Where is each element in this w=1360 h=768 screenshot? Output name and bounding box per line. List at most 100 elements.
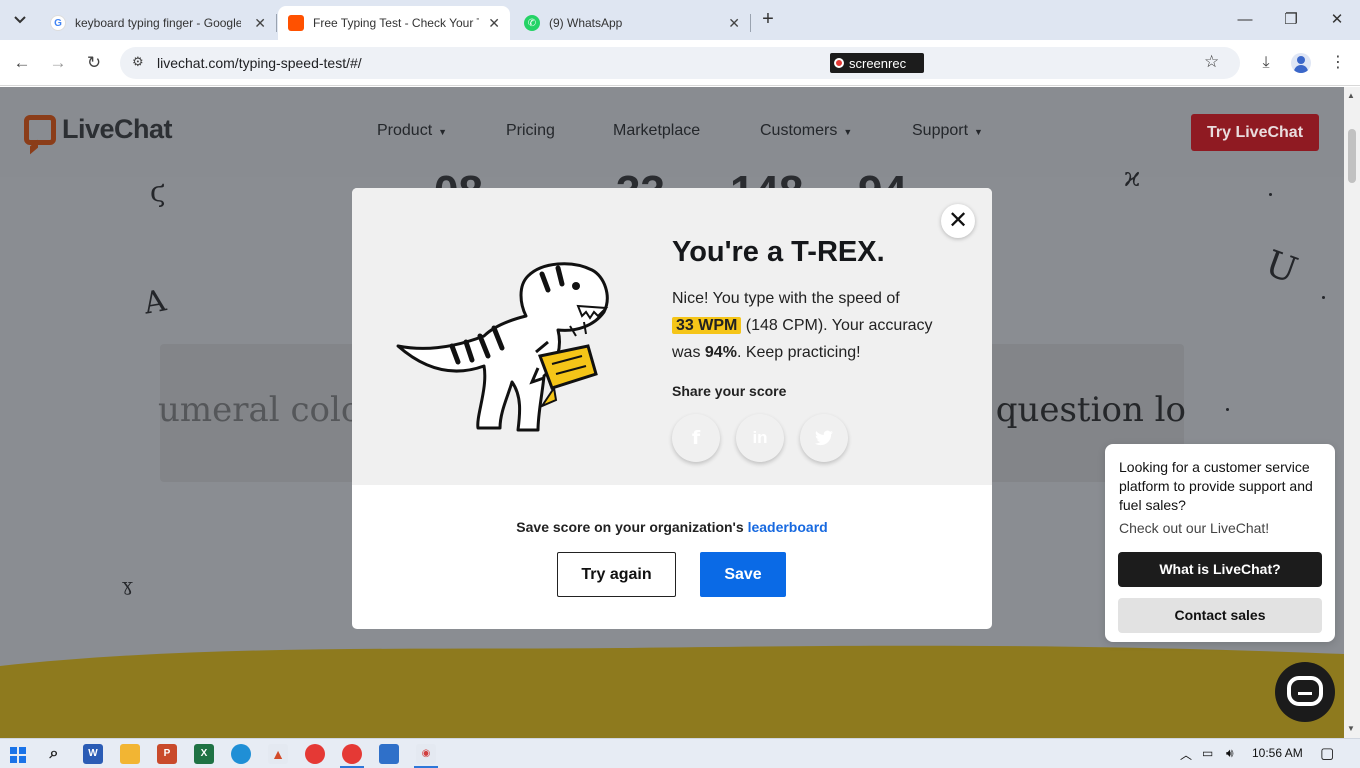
linkedin-icon: in [752,428,768,447]
tray-chevron-icon[interactable]: ︿ [1180,746,1192,763]
recorder-label: screenrec [849,55,907,71]
network-icon[interactable]: ▭ [1202,746,1213,760]
tab-title: Free Typing Test - Check Your Typing Spe… [313,16,479,30]
back-icon[interactable]: ← [10,51,34,75]
contact-sales-button[interactable]: Contact sales [1118,598,1322,633]
record-icon [834,58,844,68]
livechat-logo[interactable]: LiveChat [24,114,173,145]
notifications-icon[interactable]: ▢ [1320,744,1334,762]
chevron-down-icon: ▼ [438,127,448,137]
tab-whatsapp[interactable]: ✆ (9) WhatsApp ✕ [514,6,750,40]
volume-icon[interactable]: 🔊︎ [1226,746,1234,761]
livechat-logo-icon [24,114,56,145]
download-icon[interactable]: ⤓ [1254,51,1278,75]
bookmark-star-icon[interactable]: ☆ [1204,52,1219,72]
summary-line: Nice! You type with the speed of [672,290,900,307]
search-icon[interactable]: ⌕ [44,744,64,764]
address-bar[interactable]: ⚙ livechat.com/typing-speed-test/#/ scre… [120,47,1240,79]
decorative-dot [1322,296,1325,299]
tab-divider [750,14,751,32]
decorative-letter: ϛ [150,175,166,208]
powerpoint-icon[interactable]: P [157,744,177,764]
decorative-letter: ɣ [122,575,133,596]
facebook-icon: f [691,427,701,449]
nav-customers[interactable]: Customers ▼ [760,122,852,140]
wpm-highlight: 33 WPM [672,317,742,334]
result-summary: Nice! You type with the speed of 33 WPM … [672,285,952,366]
windows-start-icon[interactable] [10,747,26,763]
tab-title: keyboard typing finger - Google [75,16,241,30]
facebook-share-button[interactable]: f [672,414,720,462]
summary-was: was [672,344,701,361]
summary-tail: . Keep practicing! [736,344,861,361]
tab-google-search[interactable]: G keyboard typing finger - Google ✕ [40,6,276,40]
tab-typing-test[interactable]: Free Typing Test - Check Your Typing Spe… [278,6,510,40]
save-button[interactable]: Save [700,552,786,597]
twitter-share-button[interactable] [800,414,848,462]
decorative-letter: ϰ [1124,163,1141,193]
upcoming-text: y question lo [965,390,1186,430]
chat-icon [1287,676,1323,706]
file-explorer-icon[interactable] [120,744,140,764]
tab-search-icon[interactable] [8,8,32,32]
photos-icon[interactable] [379,744,399,764]
ground-decoration [0,645,1344,738]
decorative-letter: U [1259,243,1303,292]
try-livechat-button[interactable]: Try LiveChat [1191,114,1319,151]
try-again-button[interactable]: Try again [557,552,676,597]
logo-text: LiveChat [62,114,173,144]
scroll-thumb[interactable] [1348,129,1356,183]
close-tab-icon[interactable]: ✕ [728,15,740,32]
screenrec-icon[interactable]: ◉ [416,744,436,764]
edge-icon[interactable] [231,744,251,764]
whatsapp-icon: ✆ [524,15,540,31]
chat-message: Looking for a customer service platform … [1119,459,1313,513]
matlab-icon[interactable]: ▲ [268,744,288,764]
close-modal-button[interactable]: ✕ [941,204,975,238]
page-scrollbar[interactable]: ▲ ▼ [1344,87,1360,738]
nav-pricing[interactable]: Pricing [506,122,555,140]
reload-icon[interactable]: ↻ [82,51,106,75]
browser-toolbar: ← → ↻ ⚙ livechat.com/typing-speed-test/#… [0,40,1360,86]
nav-marketplace[interactable]: Marketplace [613,122,700,140]
word-icon[interactable]: W [83,744,103,764]
forward-icon[interactable]: → [46,51,70,75]
scroll-up-icon[interactable]: ▲ [1347,91,1355,100]
tab-divider [276,14,277,32]
chrome-icon[interactable] [305,744,325,764]
close-tab-icon[interactable]: ✕ [488,15,500,32]
decorative-letter: A [141,283,169,322]
nav-product[interactable]: Product ▼ [377,122,447,140]
chevron-down-icon: ▼ [843,127,853,137]
site-info-icon[interactable]: ⚙ [132,54,144,70]
result-modal: ✕ You're a T-REX. Nice! You type with th… [352,188,992,629]
google-icon: G [50,15,66,31]
linkedin-share-button[interactable]: in [736,414,784,462]
nav-support[interactable]: Support ▼ [912,122,983,140]
leaderboard-link[interactable]: leaderboard [748,519,828,535]
result-title: You're a T-REX. [672,236,885,268]
scroll-down-icon[interactable]: ▼ [1347,724,1355,733]
excel-icon[interactable]: X [194,744,214,764]
close-window-button[interactable]: ✕ [1322,8,1352,32]
windows-taskbar: ⌕ W P X ▲ ◉ ︿ ▭ 🔊︎ 10:56 AM ▢ [0,738,1360,768]
tab-title: (9) WhatsApp [549,16,623,30]
cpm-text: (148 CPM). Your accuracy [745,317,933,334]
close-tab-icon[interactable]: ✕ [254,15,266,32]
chat-launcher-button[interactable] [1275,662,1335,722]
clock[interactable]: 10:56 AM [1252,746,1303,760]
what-is-livechat-button[interactable]: What is LiveChat? [1118,552,1322,587]
chevron-down-icon: ▼ [974,127,983,137]
share-label: Share your score [672,383,787,399]
new-tab-button[interactable]: + [758,8,778,32]
screenrec-badge: screenrec [830,53,924,73]
url-text[interactable]: livechat.com/typing-speed-test/#/ [157,55,362,71]
t-rex-illustration [396,262,609,432]
restore-button[interactable]: ❐ [1276,8,1306,32]
decorative-dot [1269,193,1272,196]
menu-kebab-icon[interactable]: ⋮ [1326,51,1350,75]
profile-avatar[interactable] [1291,53,1311,73]
chat-invitation-card: Looking for a customer service platform … [1105,444,1335,642]
minimize-button[interactable]: — [1230,8,1260,32]
chrome-active-icon[interactable] [342,744,362,764]
